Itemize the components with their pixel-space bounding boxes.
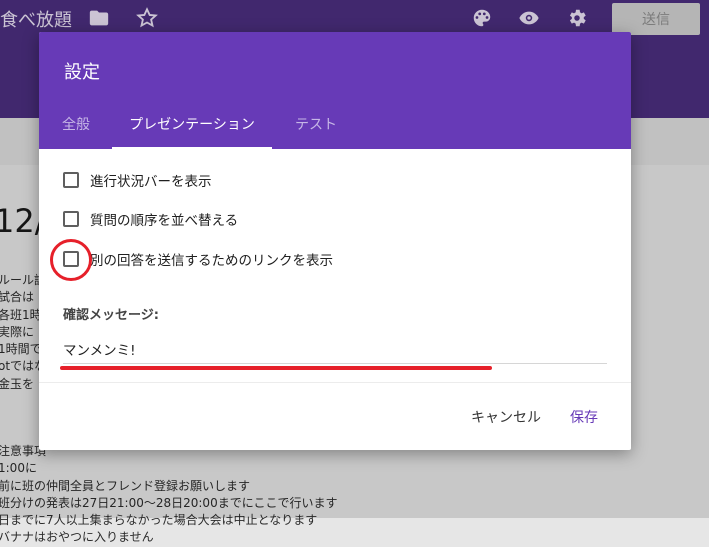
annotation-circle — [50, 239, 92, 281]
tab-test[interactable]: テスト — [295, 114, 337, 149]
save-button[interactable]: 保存 — [570, 407, 598, 427]
dialog-header: 設定 全般 プレゼンテーション テスト — [39, 32, 631, 149]
settings-dialog: 設定 全般 プレゼンテーション テスト 進行状況バーを表示 質問の順序を並べ替え… — [39, 32, 631, 450]
option-show-progress-bar[interactable]: 進行状況バーを表示 — [63, 169, 212, 191]
dialog-title: 設定 — [64, 62, 100, 83]
option-shuffle-questions[interactable]: 質問の順序を並べ替える — [63, 208, 238, 230]
confirmation-message-input[interactable] — [63, 335, 607, 364]
confirmation-message-label: 確認メッセージ: — [63, 308, 159, 323]
option-label: 別の回答を送信するためのリンクを表示 — [90, 253, 333, 269]
option-label: 進行状況バーを表示 — [90, 174, 212, 190]
tab-general[interactable]: 全般 — [62, 114, 90, 149]
tab-presentation[interactable]: プレゼンテーション — [112, 114, 272, 149]
progress-bar-checkbox[interactable] — [63, 172, 79, 188]
dialog-divider — [39, 382, 631, 383]
cancel-button[interactable]: キャンセル — [471, 407, 541, 427]
annotation-underline — [60, 366, 492, 370]
shuffle-checkbox[interactable] — [63, 211, 79, 227]
option-label: 質問の順序を並べ替える — [90, 213, 239, 229]
note-line: バナナはおやつに入りません — [0, 530, 154, 545]
option-show-resubmit-link[interactable]: 別の回答を送信するためのリンクを表示 — [63, 248, 333, 270]
